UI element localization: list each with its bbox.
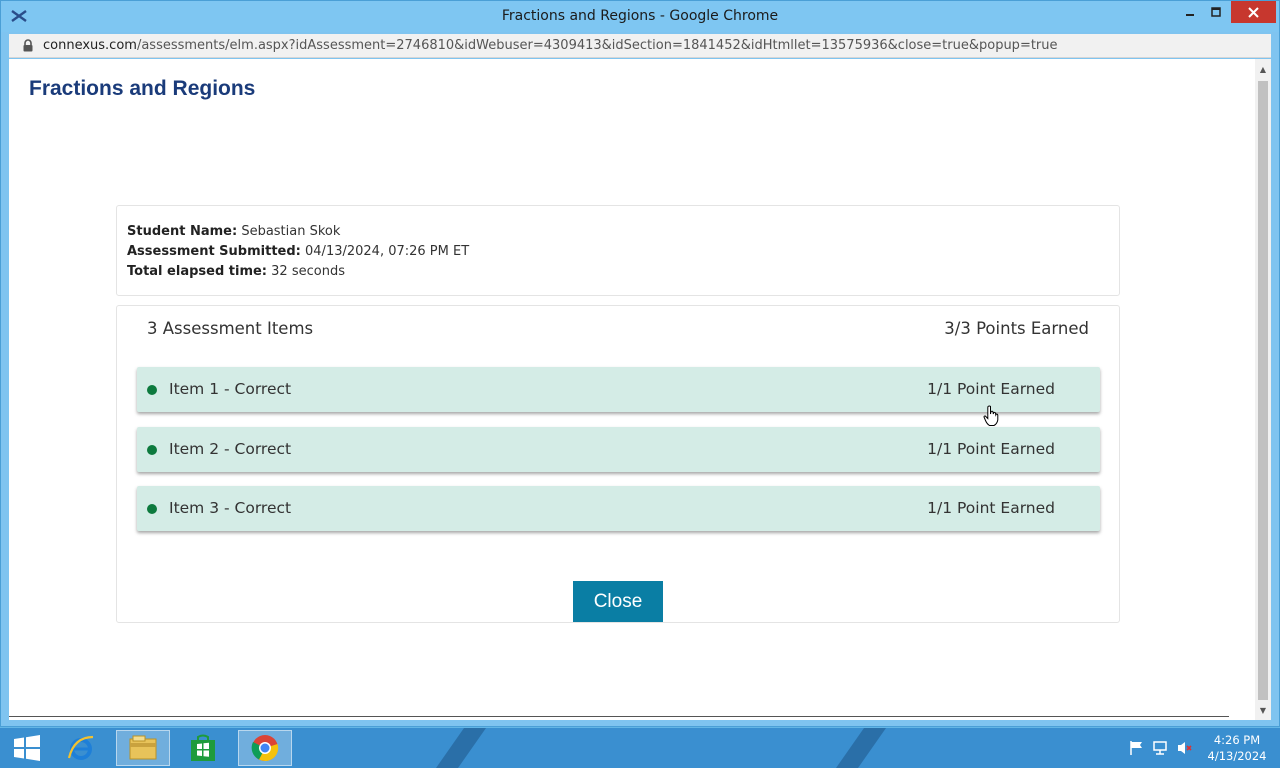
student-name-label: Student Name:: [127, 224, 238, 239]
page-title: Fractions and Regions: [29, 77, 256, 100]
url-path: /assessments/elm.aspx?idAssessment=27468…: [136, 38, 1058, 53]
taskbar-internet-explorer[interactable]: [54, 730, 108, 766]
maximize-button[interactable]: [1203, 1, 1229, 23]
title-bar[interactable]: Fractions and Regions - Google Chrome: [1, 1, 1279, 32]
submitted-value: 04/13/2024, 07:26 PM ET: [305, 244, 470, 259]
elapsed-line: Total elapsed time: 32 seconds: [127, 262, 1109, 282]
submission-info-card: Student Name: Sebastian Skok Assessment …: [116, 205, 1120, 296]
close-window-button[interactable]: [1231, 1, 1276, 23]
assessment-items-card: 3 Assessment Items 3/3 Points Earned Ite…: [116, 305, 1120, 623]
student-name-line: Student Name: Sebastian Skok: [127, 222, 1109, 242]
chrome-popup-window: Fractions and Regions - Google Chrome co…: [0, 0, 1280, 727]
wallpaper-stripe: [428, 728, 494, 768]
maximize-icon: [1211, 7, 1221, 17]
page-bottom-divider: [9, 716, 1229, 717]
system-tray: [1128, 728, 1194, 768]
page-viewport: Fractions and Regions Student Name: Seba…: [9, 59, 1271, 720]
points-total: 3/3 Points Earned: [944, 319, 1089, 338]
minimize-button[interactable]: [1177, 1, 1203, 23]
url-host: connexus.com: [43, 38, 137, 53]
url-text[interactable]: connexus.com/assessments/elm.aspx?idAsse…: [43, 38, 1058, 53]
action-center-flag-icon[interactable]: [1128, 740, 1146, 756]
submitted-label: Assessment Submitted:: [127, 244, 301, 259]
assessment-item-row[interactable]: Item 2 - Correct 1/1 Point Earned: [137, 427, 1100, 472]
start-button[interactable]: [0, 730, 54, 766]
correct-status-dot: [147, 504, 157, 514]
store-icon: [191, 734, 215, 761]
clock-date: 4/13/2024: [1207, 749, 1267, 763]
lock-icon: [23, 39, 33, 52]
minimize-icon: [1186, 14, 1194, 16]
windows-taskbar: 4:26 PM 4/13/2024: [0, 728, 1280, 768]
windows-logo-icon: [14, 735, 40, 761]
scroll-down-arrow-icon[interactable]: ▼: [1255, 702, 1271, 718]
taskbar-windows-store[interactable]: [176, 730, 230, 766]
elapsed-value: 32 seconds: [271, 264, 345, 279]
item-points: 1/1 Point Earned: [927, 380, 1055, 398]
assessment-item-row[interactable]: Item 1 - Correct 1/1 Point Earned: [137, 367, 1100, 412]
item-points: 1/1 Point Earned: [927, 440, 1055, 458]
item-label: Item 1 - Correct: [169, 380, 292, 398]
close-icon: [1248, 6, 1259, 18]
item-label: Item 3 - Correct: [169, 499, 292, 517]
elapsed-label: Total elapsed time:: [127, 264, 268, 279]
submitted-line: Assessment Submitted: 04/13/2024, 07:26 …: [127, 242, 1109, 262]
internet-explorer-icon: [67, 735, 94, 760]
student-name-value: Sebastian Skok: [241, 224, 341, 239]
volume-muted-icon[interactable]: [1176, 740, 1194, 756]
item-label: Item 2 - Correct: [169, 440, 292, 458]
hand-cursor-icon: [983, 405, 999, 426]
item-points: 1/1 Point Earned: [927, 499, 1055, 517]
vertical-scrollbar[interactable]: ▲ ▼: [1255, 59, 1271, 720]
correct-status-dot: [147, 445, 157, 455]
close-button[interactable]: Close: [573, 581, 663, 622]
items-count: 3 Assessment Items: [147, 319, 314, 338]
window-title: Fractions and Regions - Google Chrome: [501, 8, 779, 24]
chrome-icon: [251, 735, 279, 762]
correct-status-dot: [147, 385, 157, 395]
scroll-thumb[interactable]: [1258, 81, 1268, 700]
network-icon[interactable]: [1152, 740, 1170, 756]
taskbar-file-explorer[interactable]: [116, 730, 170, 766]
address-bar[interactable]: connexus.com/assessments/elm.aspx?idAsse…: [9, 34, 1271, 58]
assessment-item-row[interactable]: Item 3 - Correct 1/1 Point Earned: [137, 486, 1100, 531]
taskbar-clock[interactable]: 4:26 PM 4/13/2024: [1200, 732, 1274, 764]
folder-icon: [129, 735, 157, 760]
taskbar-google-chrome[interactable]: [238, 730, 292, 766]
clock-time: 4:26 PM: [1213, 733, 1261, 747]
scroll-up-arrow-icon[interactable]: ▲: [1255, 61, 1271, 77]
wallpaper-stripe: [828, 728, 894, 768]
